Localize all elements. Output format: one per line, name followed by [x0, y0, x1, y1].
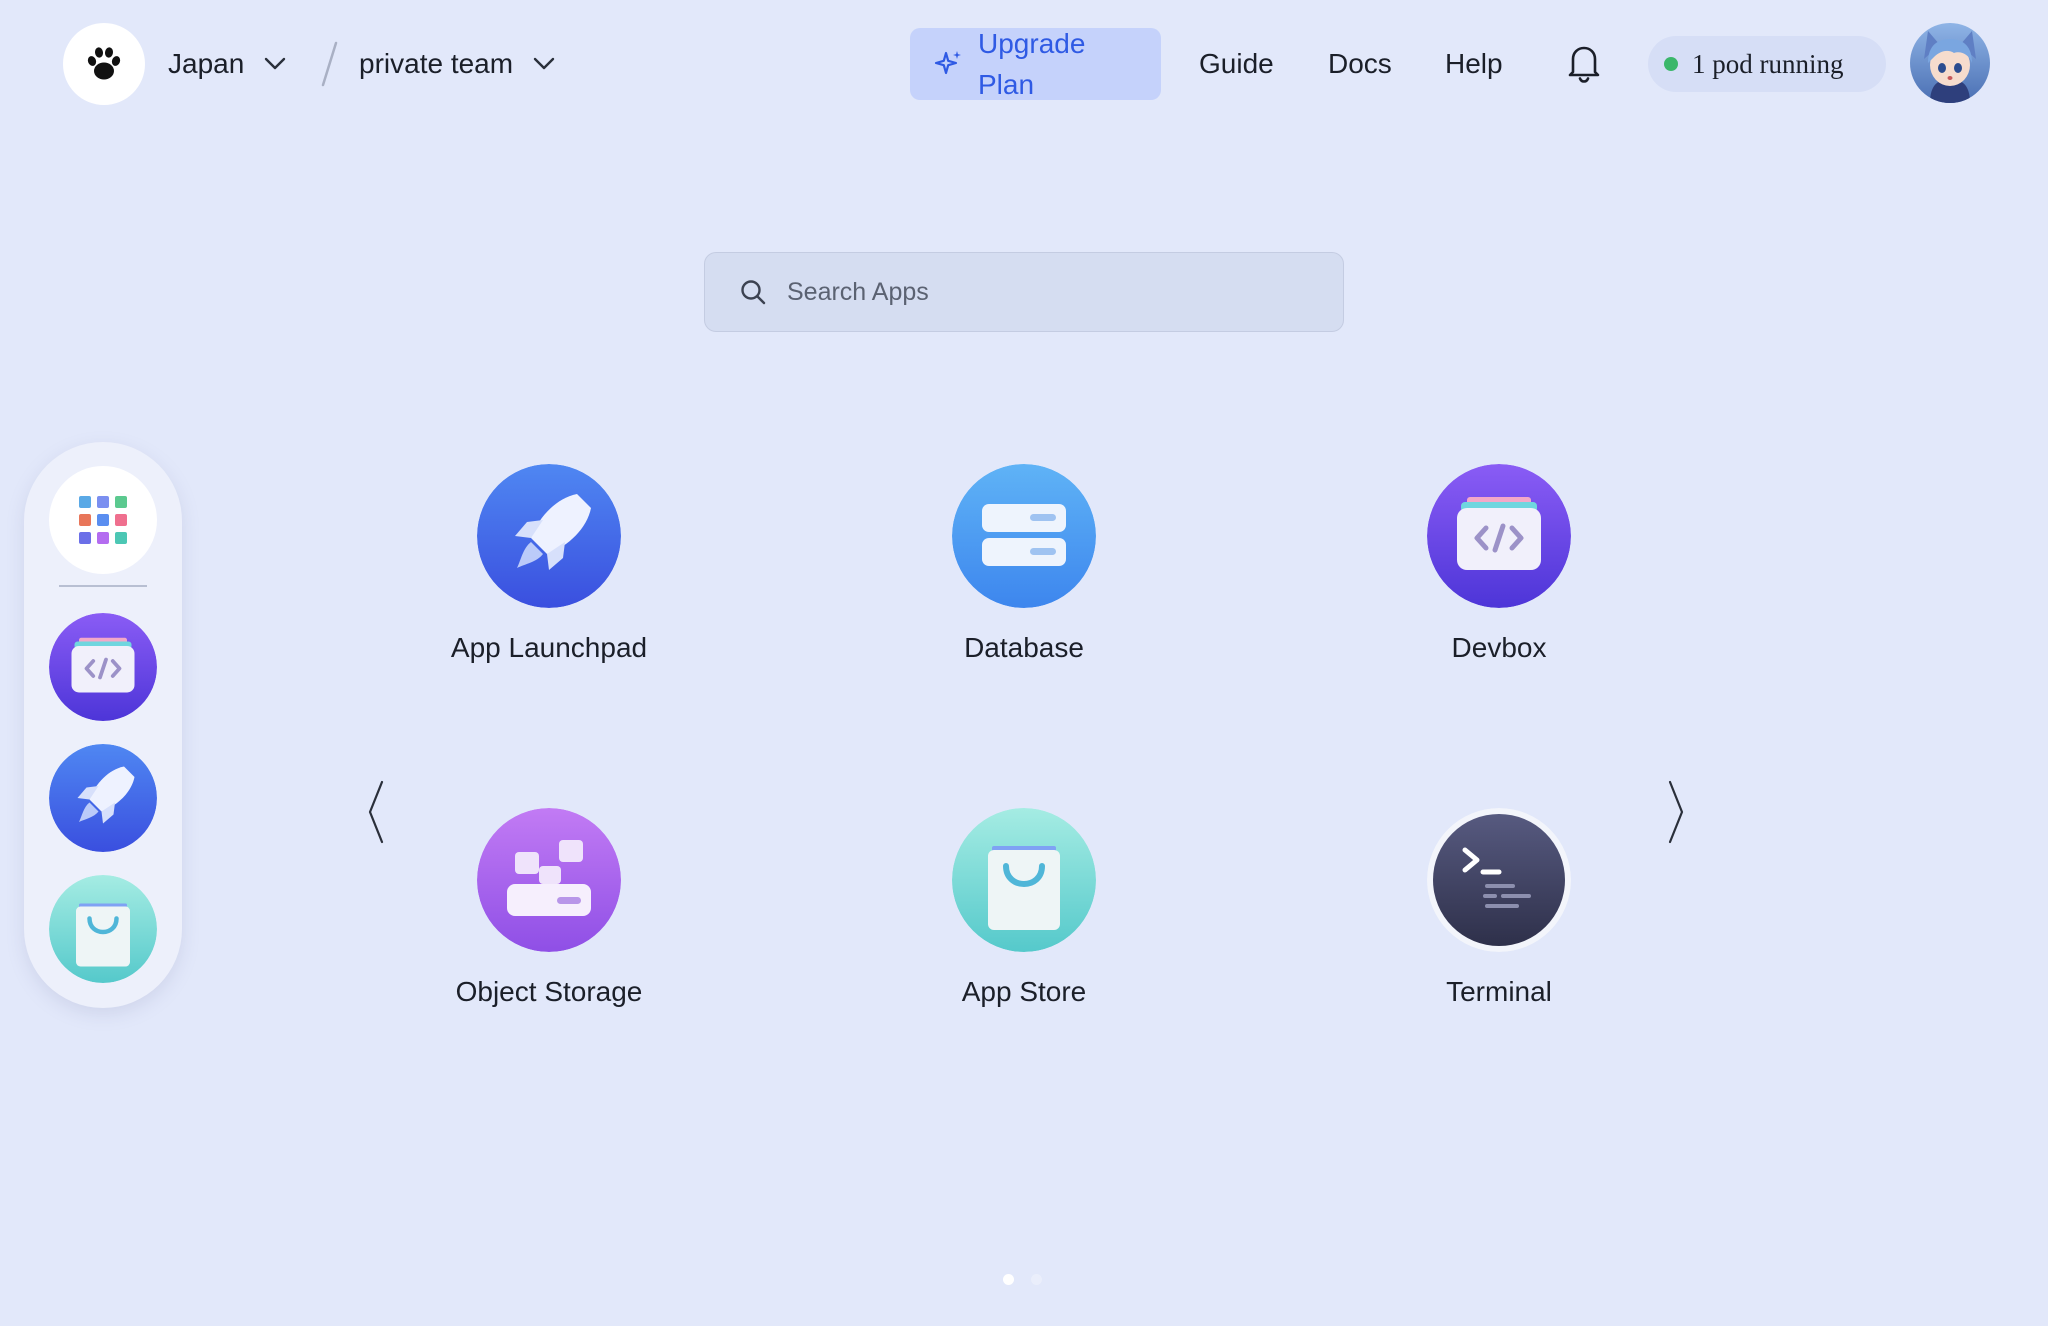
dock [24, 442, 182, 1008]
terminal-tile[interactable]: Terminal [1349, 808, 1649, 1008]
rocket-icon [49, 744, 157, 852]
chevron-down-icon [264, 57, 286, 71]
guide-link[interactable]: Guide [1199, 40, 1274, 88]
sparkle-icon [934, 51, 961, 75]
all-apps-button[interactable] [49, 466, 157, 574]
search-input[interactable] [785, 276, 1325, 308]
app-label: App Launchpad [450, 632, 648, 663]
help-link[interactable]: Help [1445, 40, 1503, 88]
region-label: Japan [168, 48, 245, 79]
team-label: private team [359, 48, 514, 79]
object-storage-tile[interactable]: Object Storage [399, 808, 699, 1008]
paw-logo-button[interactable] [63, 23, 145, 105]
page-dot-1[interactable] [1003, 1274, 1014, 1285]
app-label: Devbox [1451, 632, 1547, 663]
docs-link[interactable]: Docs [1328, 40, 1392, 88]
app-launchpad-tile[interactable]: App Launchpad [399, 464, 699, 664]
next-page-arrow-icon[interactable] [1662, 778, 1690, 846]
app-label: Terminal [1446, 976, 1552, 1007]
app-store-tile[interactable]: App Store [874, 808, 1174, 1008]
app-label: Object Storage [455, 976, 643, 1007]
dock-divider [59, 585, 147, 587]
dock-app-store-button[interactable] [49, 875, 157, 983]
shopping-bag-icon [952, 808, 1096, 952]
top-bar: Japan private team Upgrade Plan Guide Do… [0, 0, 2048, 128]
dock-devbox-button[interactable] [49, 613, 157, 721]
bell-icon[interactable] [1565, 42, 1603, 84]
object-storage-icon [477, 808, 621, 952]
search-bar[interactable] [704, 252, 1344, 332]
team-selector[interactable]: private team [359, 36, 555, 92]
paw-icon [87, 47, 121, 80]
pod-status-badge[interactable]: 1 pod running [1648, 36, 1886, 92]
dock-app-launchpad-button[interactable] [49, 744, 157, 852]
upgrade-plan-label: Upgrade Plan [978, 28, 1086, 100]
upgrade-plan-button[interactable]: Upgrade Plan [910, 28, 1161, 100]
page-dot-2[interactable] [1031, 1274, 1042, 1285]
status-dot [1664, 57, 1678, 71]
app-label: Database [964, 632, 1084, 663]
breadcrumb-separator [321, 41, 338, 87]
apps-grid-icon [79, 496, 127, 544]
previous-page-arrow-icon[interactable] [362, 778, 390, 846]
search-icon [741, 280, 766, 305]
devbox-icon [49, 613, 157, 721]
chevron-down-icon [533, 57, 555, 71]
terminal-icon [1427, 808, 1571, 952]
database-tile[interactable]: Database [874, 464, 1174, 664]
pod-status-label: 1 pod running [1692, 48, 1844, 79]
shopping-bag-icon [49, 875, 157, 983]
rocket-icon [477, 464, 621, 608]
app-label: App Store [961, 976, 1087, 1007]
devbox-icon [1427, 464, 1571, 608]
database-icon [952, 464, 1096, 608]
avatar[interactable] [1910, 23, 1990, 103]
page-indicator [1003, 1274, 1059, 1285]
region-selector[interactable]: Japan [168, 36, 286, 92]
devbox-tile[interactable]: Devbox [1349, 464, 1649, 664]
